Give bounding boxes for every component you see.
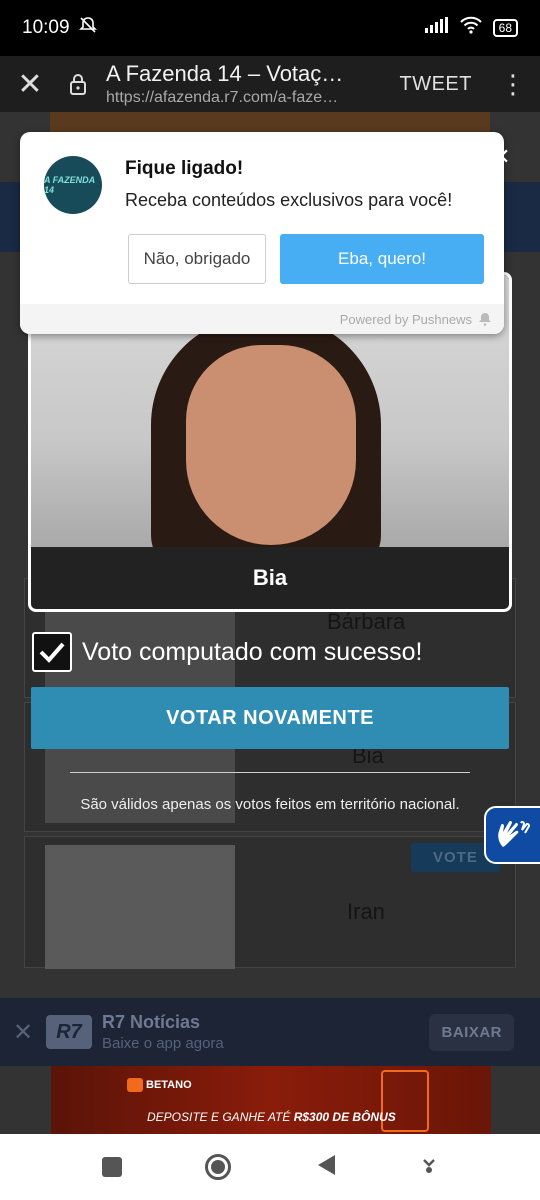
advertisement[interactable]: BETANO DEPOSITE E GANHE ATÉ R$300 DE BÔN… bbox=[51, 1066, 491, 1134]
more-options-icon[interactable]: ⋮ bbox=[498, 69, 528, 100]
lock-icon[interactable] bbox=[60, 73, 96, 95]
download-button[interactable]: BAIXAR bbox=[429, 1013, 514, 1051]
bell-icon bbox=[479, 313, 491, 326]
app-logo: R7 bbox=[46, 1015, 92, 1049]
play-icon bbox=[127, 1078, 143, 1092]
battery-icon: 68 bbox=[492, 19, 518, 37]
vote-result: Voto computado com sucesso! bbox=[32, 632, 422, 672]
push-notification-prompt: A FAZENDA 14 Fique ligado! Receba conteú… bbox=[20, 132, 504, 334]
ad-brand-text: BETANO bbox=[146, 1079, 192, 1091]
push-title: Fique ligado! bbox=[125, 158, 244, 179]
brand-logo-text: A FAZENDA 14 bbox=[44, 175, 95, 195]
home-icon[interactable] bbox=[205, 1154, 232, 1180]
browser-toolbar: ✕ A Fazenda 14 – Votaç… https://afazenda… bbox=[0, 56, 540, 112]
list-item: VOTE Iran bbox=[24, 836, 516, 969]
result-message: Voto computado com sucesso! bbox=[82, 637, 423, 666]
page-title: A Fazenda 14 – Votaç… bbox=[106, 61, 344, 86]
status-bar: 10:09 68 bbox=[0, 0, 540, 56]
brand-logo: A FAZENDA 14 bbox=[44, 156, 102, 214]
mute-icon bbox=[78, 15, 98, 41]
divider bbox=[70, 772, 470, 773]
decline-button[interactable]: Não, obrigado bbox=[128, 234, 266, 284]
accept-button[interactable]: Eba, quero! bbox=[280, 234, 484, 284]
signal-icon bbox=[424, 17, 449, 39]
back-icon[interactable] bbox=[315, 1153, 337, 1182]
powered-by-text: Powered by Pushnews bbox=[339, 311, 472, 327]
candidate-photo bbox=[45, 845, 235, 969]
recents-icon[interactable] bbox=[101, 1157, 122, 1177]
close-icon[interactable]: ✕ bbox=[0, 1018, 46, 1047]
push-footer: Powered by Pushnews bbox=[20, 304, 504, 334]
ad-text-prefix: DEPOSITE E GANHE ATÉ bbox=[147, 1110, 294, 1124]
wifi-icon bbox=[459, 16, 483, 40]
disclaimer-text: São válidos apenas os votos feitos em te… bbox=[80, 796, 460, 813]
ad-brand: BETANO bbox=[127, 1078, 192, 1092]
system-navigation-bar bbox=[0, 1134, 540, 1200]
app-install-banner: ✕ R7 R7 Notícias Baixe o app agora BAIXA… bbox=[0, 998, 540, 1066]
tweet-button[interactable]: TWEET bbox=[400, 73, 473, 96]
push-body: Receba conteúdos exclusivos para você! bbox=[125, 190, 453, 210]
app-subtitle: Baixe o app agora bbox=[102, 1035, 224, 1052]
assistant-icon[interactable] bbox=[420, 1156, 438, 1179]
close-icon[interactable]: ✕ bbox=[0, 67, 60, 102]
hands-icon bbox=[498, 820, 531, 847]
close-icon[interactable]: ✕ bbox=[492, 144, 510, 170]
status-time: 10:09 bbox=[22, 17, 70, 38]
app-title: R7 Notícias bbox=[102, 1012, 201, 1032]
ad-text-bold: R$300 DE BÔNUS bbox=[293, 1110, 396, 1124]
page-url: https://afazenda.r7.com/a-faze… bbox=[106, 89, 339, 106]
check-icon bbox=[39, 642, 65, 663]
candidate-name: Iran bbox=[347, 899, 385, 924]
vote-again-button[interactable]: VOTAR NOVAMENTE bbox=[31, 687, 509, 749]
candidate-name: Bia bbox=[252, 565, 288, 590]
success-checkbox bbox=[32, 632, 72, 672]
ad-text: DEPOSITE E GANHE ATÉ R$300 DE BÔNUS bbox=[147, 1110, 396, 1124]
accessibility-sign-language-button[interactable] bbox=[484, 806, 540, 864]
address-area[interactable]: A Fazenda 14 – Votaç… https://afazenda.r… bbox=[96, 61, 400, 107]
